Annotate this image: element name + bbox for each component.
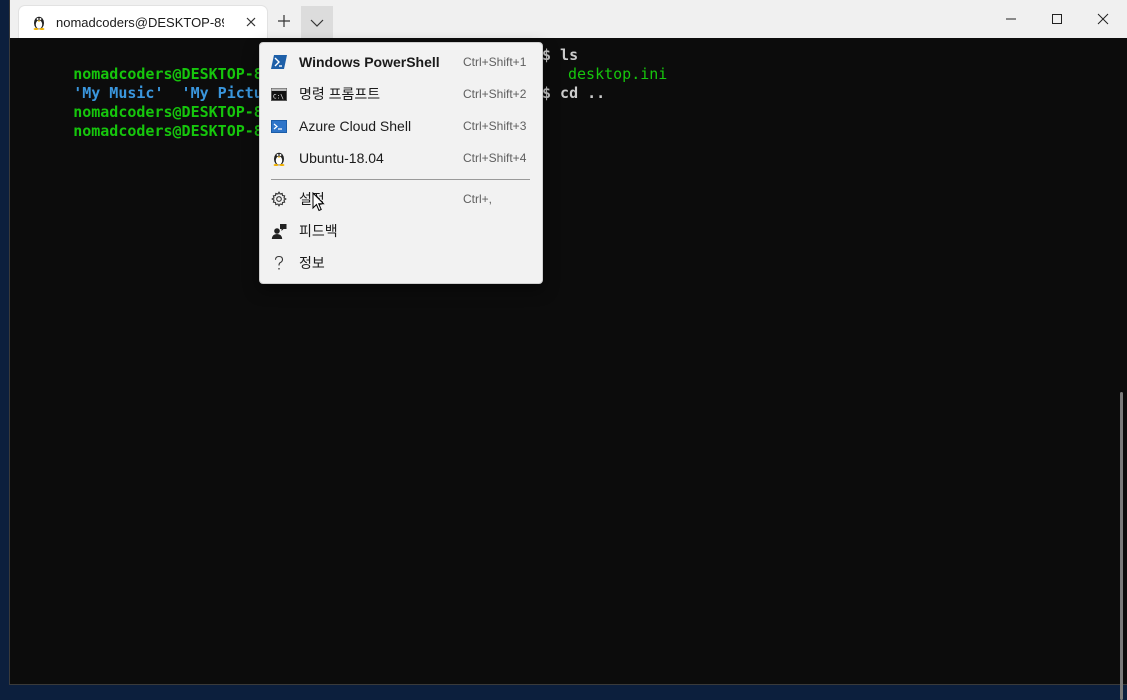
plus-icon	[277, 13, 291, 32]
tab-ubuntu[interactable]: nomadcoders@DESKTOP-89I9	[19, 6, 267, 38]
menu-item-label: Ubuntu-18.04	[299, 150, 384, 166]
file-listing: desktop.ini	[568, 65, 668, 83]
menu-item-azure-cloud-shell[interactable]: Azure Cloud Shell Ctrl+Shift+3	[260, 110, 542, 142]
menu-item-label: 명령 프롬프트	[299, 86, 381, 102]
menu-item-command-prompt[interactable]: C:\ 명령 프롬프트 Ctrl+Shift+2	[260, 78, 542, 110]
powershell-icon	[271, 54, 287, 70]
menu-item-label: 피드백	[299, 223, 338, 239]
linux-tux-icon	[271, 150, 287, 166]
command-text: $ cd ..	[542, 84, 606, 102]
command-text: $ ls	[542, 46, 579, 64]
close-button[interactable]	[1080, 0, 1126, 38]
title-bar[interactable]: nomadcoders@DESKTOP-89I9	[10, 0, 1127, 38]
minimize-button[interactable]	[988, 0, 1034, 38]
minimize-icon	[1005, 10, 1017, 29]
menu-item-ubuntu[interactable]: Ubuntu-18.04 Ctrl+Shift+4	[260, 142, 542, 174]
feedback-icon	[271, 223, 287, 239]
menu-item-feedback[interactable]: 피드백	[260, 215, 542, 247]
svg-text:C:\: C:\	[273, 93, 284, 100]
terminal-output[interactable]: nomadcoders@DESKTOP-89I91GO $ ls 'My Mus…	[10, 38, 1127, 700]
menu-item-shortcut: Ctrl+Shift+2	[463, 87, 527, 101]
terminal-window: nomadcoders@DESKTOP-89I9 nomadcoders@DES…	[10, 0, 1127, 700]
menu-item-shortcut: Ctrl+Shift+4	[463, 151, 527, 165]
menu-separator	[271, 179, 530, 180]
menu-item-settings[interactable]: 설정 Ctrl+,	[260, 183, 542, 215]
close-icon	[1097, 10, 1109, 29]
scrollbar[interactable]	[1120, 392, 1123, 700]
menu-item-label: Windows PowerShell	[299, 54, 440, 70]
menu-item-shortcut: Ctrl+Shift+1	[463, 55, 527, 69]
menu-item-label: Azure Cloud Shell	[299, 118, 412, 134]
tab-title: nomadcoders@DESKTOP-89I9	[56, 14, 224, 30]
menu-item-shortcut: Ctrl+,	[463, 192, 493, 206]
menu-item-shortcut: Ctrl+Shift+3	[463, 119, 527, 133]
new-tab-button[interactable]	[268, 6, 300, 38]
azure-cloud-shell-icon	[271, 118, 287, 134]
maximize-button[interactable]	[1034, 0, 1080, 38]
profile-dropdown-button[interactable]	[301, 6, 333, 38]
mouse-cursor-icon	[312, 191, 326, 216]
profile-dropdown-menu: Windows PowerShell Ctrl+Shift+1 C:\ 명령 프…	[259, 42, 543, 284]
menu-item-about[interactable]: 정보	[260, 247, 542, 279]
tab-close-icon[interactable]	[243, 14, 259, 30]
command-prompt-icon: C:\	[271, 86, 287, 102]
gear-icon	[271, 191, 287, 207]
maximize-icon	[1051, 10, 1063, 29]
menu-item-label: 정보	[299, 255, 325, 271]
linux-tux-icon	[31, 14, 47, 30]
chevron-down-icon	[310, 13, 324, 32]
menu-item-powershell[interactable]: Windows PowerShell Ctrl+Shift+1	[260, 46, 542, 78]
question-icon	[271, 255, 287, 271]
